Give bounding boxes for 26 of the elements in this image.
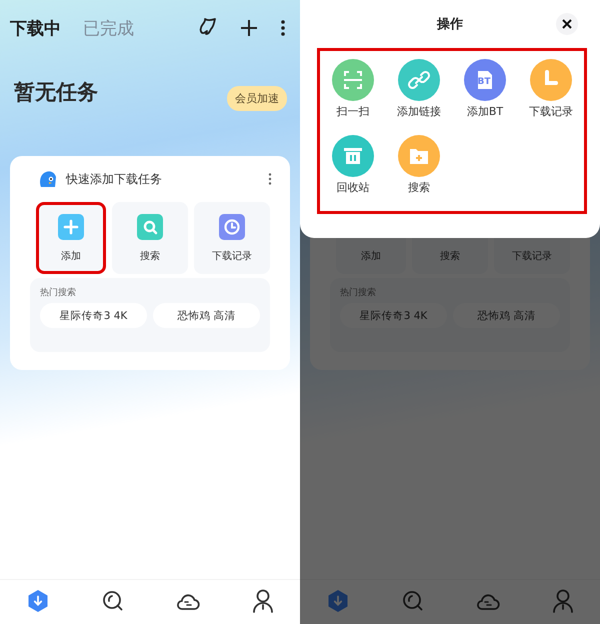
- close-icon: [562, 19, 572, 29]
- search-chip[interactable]: 恐怖鸡 高清: [153, 303, 260, 328]
- action-button[interactable]: 添加链接: [397, 59, 441, 135]
- quick-action-tile[interactable]: 搜索: [112, 202, 188, 274]
- document-icon: BT: [464, 59, 506, 101]
- action-button[interactable]: 下载记录: [529, 59, 573, 135]
- page-title: 暂无任务: [14, 79, 98, 106]
- section-label: 热门搜索: [40, 286, 77, 299]
- download-icon[interactable]: [26, 589, 48, 613]
- vip-boost-button[interactable]: 会员加速: [227, 86, 287, 111]
- quick-action-tile[interactable]: 下载记录: [194, 202, 270, 274]
- plus-icon[interactable]: [240, 19, 258, 37]
- search-icon[interactable]: [102, 590, 124, 612]
- sheet-title: 操作: [437, 16, 463, 33]
- quick-action-tile[interactable]: 添加: [36, 202, 106, 274]
- more-icon[interactable]: [268, 173, 272, 185]
- action-button[interactable]: 扫一扫: [332, 59, 374, 135]
- search-chip[interactable]: 星际传奇3 4K: [40, 303, 147, 328]
- close-button[interactable]: [556, 13, 578, 35]
- action-button[interactable]: BT 添加BT: [464, 59, 506, 135]
- person-icon[interactable]: [252, 589, 274, 613]
- section-label: 热门搜索: [340, 286, 377, 299]
- more-icon[interactable]: [280, 20, 286, 36]
- header-tab[interactable]: 下载中: [10, 16, 61, 40]
- bird-logo-icon: [38, 169, 58, 189]
- card-title: 快速添加下载任务: [66, 170, 163, 188]
